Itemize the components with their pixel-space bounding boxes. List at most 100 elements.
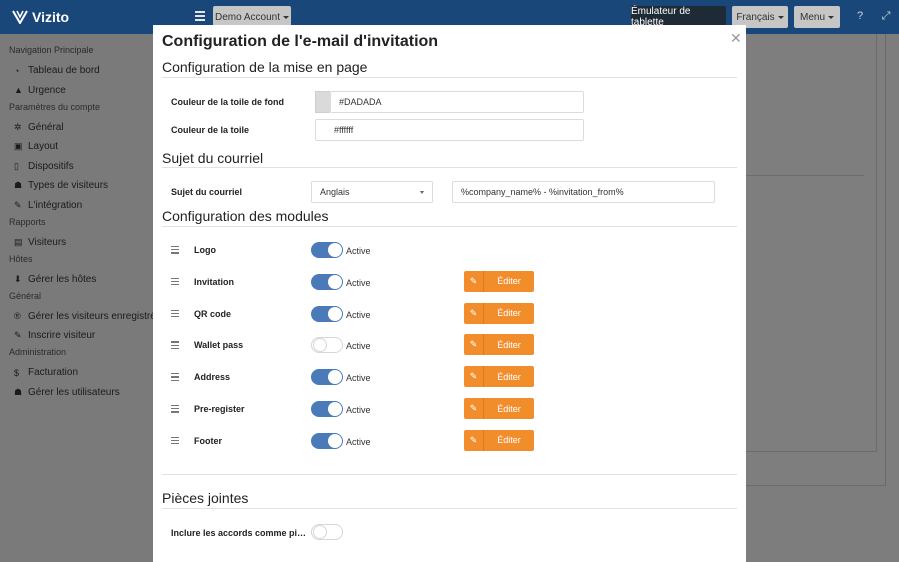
sidebar-item[interactable]: ◔ Tableau de bord: [14, 65, 100, 76]
drag-handle-icon[interactable]: [171, 277, 179, 288]
module-active-toggle[interactable]: [311, 337, 343, 354]
edit-icon: ✎: [464, 270, 484, 292]
drag-handle-icon[interactable]: [171, 309, 179, 320]
module-active-toggle[interactable]: [311, 401, 343, 417]
menu-dropdown[interactable]: Menu: [794, 6, 840, 28]
module-active-toggle[interactable]: [311, 273, 343, 290]
sidebar-item[interactable]: ⬇ Gérer les hôtes: [14, 274, 96, 285]
caret-down-icon: [828, 15, 834, 19]
toggle-label: Active: [346, 405, 371, 415]
sidebar-item-label: Gérer les visiteurs enregistrés: [28, 310, 161, 322]
edit-icon: ✎: [464, 366, 484, 388]
sidebar-item[interactable]: ▲ Urgence: [14, 85, 66, 96]
edit-module-button[interactable]: ✎ Éditer: [464, 366, 534, 388]
module-active-toggle[interactable]: [311, 305, 343, 322]
sidebar-item[interactable]: ✲ Général: [14, 122, 64, 133]
drag-handle-icon[interactable]: [171, 436, 179, 447]
subject-value: %company_name% - %invitation_from%: [461, 187, 624, 197]
edit-icon: ✎: [464, 398, 484, 419]
background-panel: [746, 34, 886, 486]
tablet-icon: ▯: [14, 160, 19, 171]
sidebar-heading: Paramètres du compte: [9, 101, 101, 112]
users-icon: ☗: [14, 180, 23, 190]
vizito-logo-icon: [12, 10, 28, 24]
canvas-color-input[interactable]: #ffffff: [315, 119, 584, 141]
drag-handle-icon[interactable]: [171, 373, 179, 383]
menu-label: Menu: [799, 11, 825, 23]
language-select[interactable]: Anglais: [311, 181, 433, 203]
sidebar-item[interactable]: ✎ Inscrire visiteur: [14, 330, 95, 341]
toggle-label: Active: [346, 309, 371, 320]
toggle-knob: [328, 402, 342, 416]
sidebar-item-label: Inscrire visiteur: [28, 330, 96, 341]
module-name: Footer: [194, 435, 222, 446]
edit-module-button[interactable]: ✎ Éditer: [464, 334, 534, 356]
toggle-knob: [328, 274, 342, 289]
bg-color-swatch[interactable]: [315, 91, 330, 113]
sidebar-item[interactable]: ☗ Gérer les utilisateurs: [14, 387, 120, 398]
toggle-knob: [313, 525, 327, 539]
caret-down-icon: [777, 15, 784, 19]
agreements-toggle[interactable]: [311, 524, 343, 540]
sidebar-item[interactable]: ✎ L'intégration: [14, 200, 82, 211]
sidebar-item[interactable]: ▣ Layout: [14, 141, 58, 152]
modules-section-title: Configuration des modules: [162, 208, 329, 224]
sidebar-item[interactable]: ▤ Visiteurs: [14, 237, 66, 248]
edit-label: Éditer: [497, 308, 521, 319]
brand-logo[interactable]: Vizito: [12, 9, 69, 25]
language-select-value: Anglais: [320, 187, 350, 197]
brand-name: Vizito: [32, 9, 70, 25]
section-divider: [162, 474, 737, 475]
module-active-toggle[interactable]: [311, 242, 343, 258]
modal-title: Configuration de l'e-mail d'invitation: [162, 33, 439, 50]
edit-label: Éditer: [497, 276, 521, 287]
edit-module-button[interactable]: ✎ Éditer: [464, 302, 534, 324]
toggle-label: Active: [346, 373, 371, 384]
invitation-email-modal: Configuration de l'e-mail d'invitation ✕…: [153, 25, 746, 562]
sidebar-item-label: Général: [28, 121, 64, 133]
sidebar-item[interactable]: $ Facturation: [14, 367, 78, 378]
layout-section-title: Configuration de la mise en page: [162, 59, 368, 75]
sidebar-heading: Général: [9, 290, 42, 301]
edit-label: Éditer: [497, 371, 521, 382]
module-name: QR code: [194, 308, 232, 319]
edit-module-button[interactable]: ✎ Éditer: [464, 270, 534, 292]
module-name: Logo: [194, 245, 216, 255]
pencil-icon: ✎: [14, 330, 22, 340]
sidebar-item-label: Gérer les hôtes: [28, 273, 97, 285]
edit-icon: ✎: [464, 429, 484, 451]
bg-color-input[interactable]: #DADADA: [330, 91, 584, 113]
close-icon[interactable]: ✕: [730, 30, 742, 47]
drag-handle-icon[interactable]: [171, 341, 179, 351]
background-divider: [746, 451, 877, 452]
drag-handle-icon[interactable]: [171, 405, 179, 415]
subject-input[interactable]: %company_name% - %invitation_from%: [452, 181, 715, 203]
toggle-label: Active: [346, 246, 371, 256]
edit-module-button[interactable]: ✎ Éditer: [464, 429, 534, 451]
user-cog-icon: ☗: [14, 386, 23, 397]
sidebar-item[interactable]: ® Gérer les visiteurs enregistrés: [14, 311, 161, 322]
sidebar-item-label: Types de visiteurs: [28, 180, 109, 191]
module-active-toggle[interactable]: [311, 432, 343, 449]
book-icon: ▤: [14, 236, 23, 247]
help-icon[interactable]: ?: [853, 10, 867, 22]
sidebar-heading: Hôtes: [9, 253, 33, 264]
sidebar-item[interactable]: ☗ Types de visiteurs: [14, 180, 108, 191]
drag-handle-icon[interactable]: [171, 246, 179, 256]
expand-icon[interactable]: ⤢: [879, 10, 893, 23]
edit-icon: ✎: [464, 334, 484, 356]
module-active-toggle[interactable]: [311, 369, 343, 386]
registered-icon: ®: [14, 311, 21, 321]
edit-label: Éditer: [497, 403, 521, 414]
module-name: Wallet pass: [194, 340, 244, 351]
canvas-color-value: #ffffff: [334, 125, 354, 135]
sidebar-item-label: L'intégration: [28, 199, 83, 211]
sidebar-item[interactable]: ▯ Dispositifs: [14, 161, 74, 172]
toggle-knob: [328, 433, 342, 448]
edit-module-button[interactable]: ✎ Éditer: [464, 398, 534, 419]
sidebar-item-label: Dispositifs: [28, 160, 74, 172]
sidebar-item-label: Urgence: [28, 84, 66, 96]
sidebar-item-label: Tableau de bord: [28, 65, 100, 76]
subject-label: Sujet du courriel: [171, 187, 243, 197]
sidebar-toggle-icon[interactable]: [195, 11, 205, 21]
